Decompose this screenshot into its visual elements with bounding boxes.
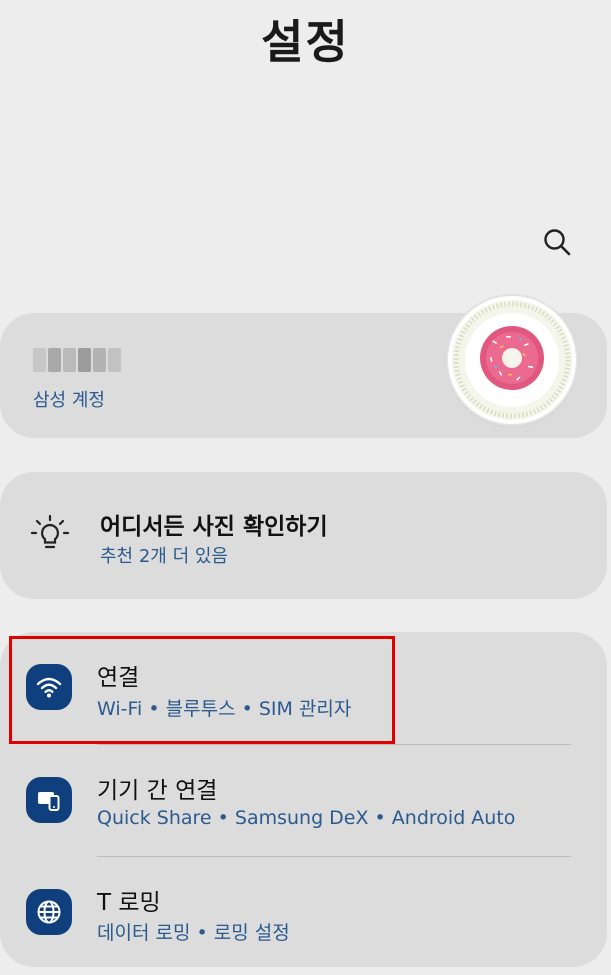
search-button[interactable] [537, 222, 577, 262]
globe-icon [37, 900, 61, 924]
divider [97, 856, 571, 857]
divider [97, 744, 571, 745]
lightbulb-icon [30, 514, 70, 549]
roaming-title[interactable]: T 로밍 [97, 883, 161, 917]
connected-devices-icon-tile[interactable] [26, 777, 72, 823]
account-name-redacted [33, 348, 121, 372]
page-title: 설정 [261, 15, 350, 69]
roaming-icon-tile[interactable] [26, 889, 72, 935]
roaming-subtitle: 데이터 로밍 • 로밍 설정 [97, 922, 290, 944]
connected-devices-title[interactable]: 기기 간 연결 [97, 771, 217, 805]
suggestion-subtitle: 추천 2개 더 있음 [100, 546, 228, 567]
connected-devices-icon [38, 792, 60, 811]
donut-avatar-image [452, 300, 572, 420]
highlight-box [9, 636, 395, 744]
account-subtitle: 삼성 계정 [33, 390, 105, 411]
suggestion-title: 어디서든 사진 확인하기 [100, 514, 328, 540]
search-icon [544, 229, 571, 256]
connected-devices-subtitle: Quick Share • Samsung DeX • Android Auto [97, 807, 516, 829]
avatar[interactable] [448, 296, 576, 424]
